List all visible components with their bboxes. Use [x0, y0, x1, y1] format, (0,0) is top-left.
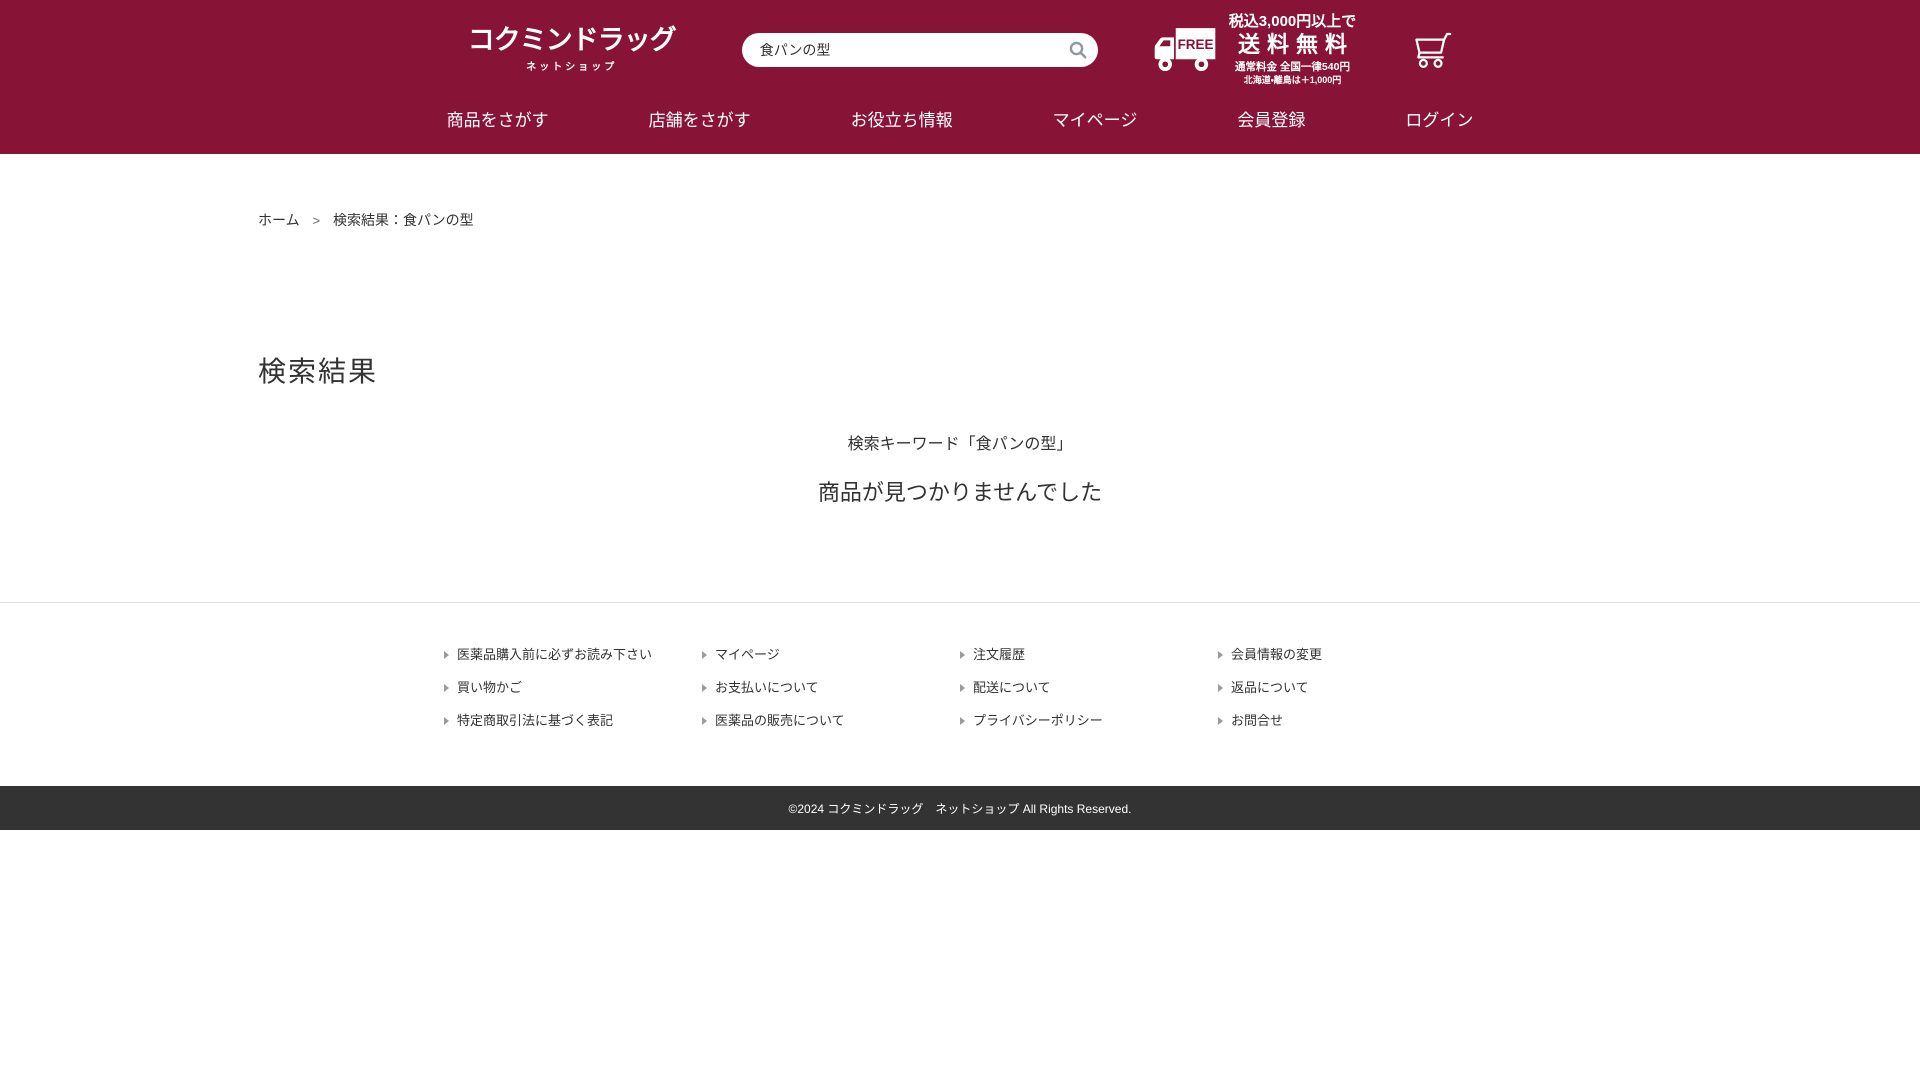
footer-link-label: 医薬品の販売について — [715, 711, 845, 730]
copyright-bar: ©2024 コクミンドラッグ ネットショップ All Rights Reserv… — [0, 786, 1920, 830]
site-footer: 医薬品購入前に必ずお読み下さい 買い物かご 特定商取引法に基づく表記 マイページ… — [0, 602, 1920, 830]
nav-item-products[interactable]: 商品をさがす — [447, 111, 549, 131]
arrow-icon — [960, 651, 965, 659]
footer-link-label: 注文履歴 — [973, 645, 1025, 664]
no-results-message: 商品が見つかりませんでした — [258, 475, 1662, 507]
shipping-line3: 通常料金 全国一律540円 — [1229, 61, 1357, 75]
footer-link-privacy-policy[interactable]: プライバシーポリシー — [960, 711, 1218, 730]
footer-nav: 医薬品購入前に必ずお読み下さい 買い物かご 特定商取引法に基づく表記 マイページ… — [0, 603, 1920, 786]
nav-item-login[interactable]: ログイン — [1405, 111, 1473, 131]
logo-title: コクミンドラッグ — [468, 26, 676, 56]
site-logo[interactable]: コクミンドラッグ ネットショップ — [468, 26, 676, 73]
footer-link-label: お問合せ — [1231, 711, 1283, 730]
cart-icon — [1412, 31, 1452, 69]
footer-link-label: 医薬品購入前に必ずお読み下さい — [457, 645, 652, 664]
arrow-icon — [1218, 684, 1223, 692]
footer-link-returns[interactable]: 返品について — [1218, 678, 1476, 697]
arrow-icon — [1218, 717, 1223, 725]
arrow-icon — [960, 717, 965, 725]
breadcrumb-home-link[interactable]: ホーム — [258, 212, 300, 228]
footer-column-2: マイページ お支払いについて 医薬品の販売について — [702, 645, 960, 730]
breadcrumb: ホーム > 検索結果：食パンの型 — [258, 154, 1662, 230]
main-nav: 商品をさがす 店舗をさがす お役立ち情報 マイページ 会員登録 ログイン — [0, 94, 1920, 154]
magnifier-icon — [1068, 40, 1088, 60]
footer-link-label: お支払いについて — [715, 678, 819, 697]
footer-link-label: 特定商取引法に基づく表記 — [457, 711, 613, 730]
footer-link-shopping-cart[interactable]: 買い物かご — [444, 678, 702, 697]
footer-link-delivery[interactable]: 配送について — [960, 678, 1218, 697]
search-keyword-line: 検索キーワード「食パンの型」 — [258, 430, 1662, 454]
footer-link-mypage[interactable]: マイページ — [702, 645, 960, 664]
arrow-icon — [444, 651, 449, 659]
truck-free-label: FREE — [1177, 37, 1213, 52]
arrow-icon — [444, 684, 449, 692]
footer-link-contact[interactable]: お問合せ — [1218, 711, 1476, 730]
truck-icon: FREE — [1153, 25, 1217, 75]
footer-column-4: 会員情報の変更 返品について お問合せ — [1218, 645, 1476, 730]
shipping-line4: 北海道・離島は＋1,000円 — [1229, 75, 1357, 87]
nav-item-register[interactable]: 会員登録 — [1237, 111, 1305, 131]
footer-link-member-info[interactable]: 会員情報の変更 — [1218, 645, 1476, 664]
search-box — [742, 33, 1098, 67]
nav-item-mypage[interactable]: マイページ — [1053, 111, 1138, 131]
footer-link-commercial-law[interactable]: 特定商取引法に基づく表記 — [444, 711, 702, 730]
footer-column-3: 注文履歴 配送について プライバシーポリシー — [960, 645, 1218, 730]
logo-subtitle: ネットショップ — [468, 58, 676, 73]
breadcrumb-current: 検索結果：食パンの型 — [333, 212, 474, 228]
footer-column-1: 医薬品購入前に必ずお読み下さい 買い物かご 特定商取引法に基づく表記 — [444, 645, 702, 730]
shipping-text: 税込3,000円以上で 送料無料 通常料金 全国一律540円 北海道・離島は＋1… — [1229, 13, 1357, 86]
arrow-icon — [702, 717, 707, 725]
arrow-icon — [702, 684, 707, 692]
nav-item-stores[interactable]: 店舗をさがす — [649, 111, 751, 131]
arrow-icon — [702, 651, 707, 659]
shipping-line1: 税込3,000円以上で — [1229, 13, 1357, 32]
page-title: 検索結果 — [258, 350, 1662, 390]
shipping-line2: 送料無料 — [1229, 32, 1357, 58]
footer-link-label: 返品について — [1231, 678, 1309, 697]
main-content: ホーム > 検索結果：食パンの型 検索結果 検索キーワード「食パンの型」 商品が… — [258, 154, 1662, 507]
footer-link-label: マイページ — [715, 645, 780, 664]
header-top-row: コクミンドラッグ ネットショップ FREE — [0, 0, 1920, 94]
footer-link-label: 配送について — [973, 678, 1051, 697]
search-input[interactable] — [742, 33, 1098, 67]
footer-link-label: 買い物かご — [457, 678, 522, 697]
footer-link-payment[interactable]: お支払いについて — [702, 678, 960, 697]
copyright-text: ©2024 コクミンドラッグ ネットショップ All Rights Reserv… — [789, 800, 1132, 817]
cart-button[interactable] — [1412, 31, 1452, 69]
breadcrumb-separator-icon: > — [312, 213, 320, 228]
footer-link-label: 会員情報の変更 — [1231, 645, 1322, 664]
footer-link-label: プライバシーポリシー — [973, 711, 1103, 730]
footer-link-order-history[interactable]: 注文履歴 — [960, 645, 1218, 664]
site-header: コクミンドラッグ ネットショップ FREE — [0, 0, 1920, 154]
arrow-icon — [444, 717, 449, 725]
arrow-icon — [960, 684, 965, 692]
footer-link-drug-notice[interactable]: 医薬品購入前に必ずお読み下さい — [444, 645, 702, 664]
free-shipping-banner: FREE 税込3,000円以上で 送料無料 通常料金 全国一律540円 北海道・… — [1153, 13, 1357, 86]
nav-item-useful-info[interactable]: お役立ち情報 — [851, 111, 953, 131]
footer-link-drug-sales[interactable]: 医薬品の販売について — [702, 711, 960, 730]
arrow-icon — [1218, 651, 1223, 659]
search-button[interactable] — [1062, 35, 1094, 65]
